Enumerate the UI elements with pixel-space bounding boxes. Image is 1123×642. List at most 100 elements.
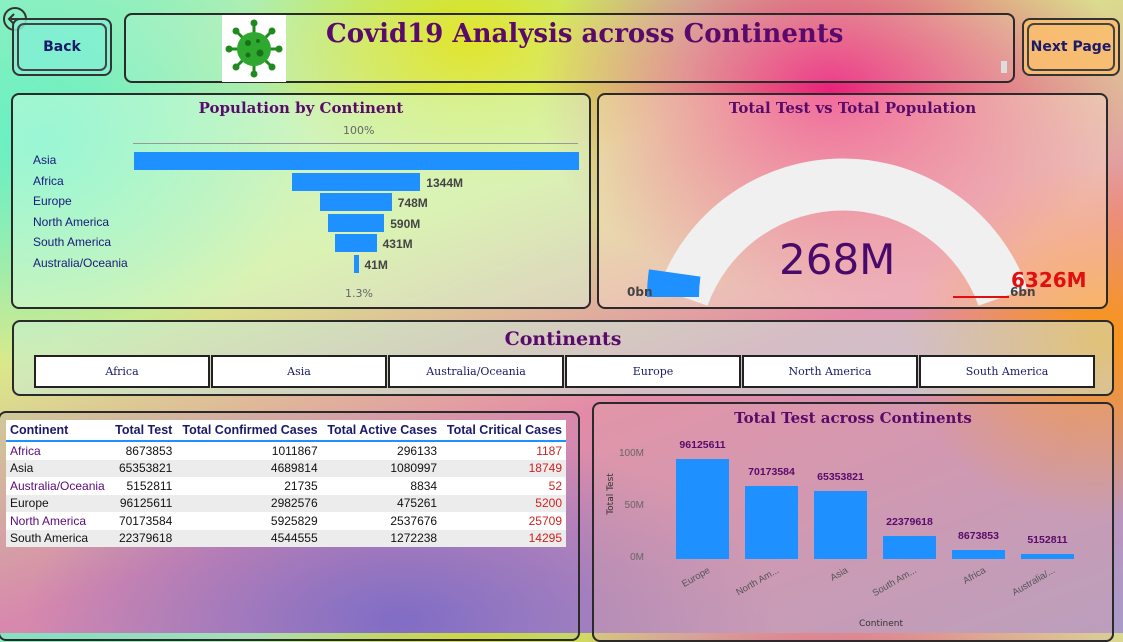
bar-value-label: 96125611 [679, 439, 726, 452]
table-cell: 2537676 [390, 513, 438, 528]
bar-chart-title: Total Test across Continents [734, 409, 972, 427]
table-cell: South America [6, 529, 111, 547]
table-cell: Africa [10, 443, 41, 458]
x-axis-tick: South Am... [870, 565, 919, 600]
table-cell: 52 [548, 478, 562, 493]
next-page-button-label: Next Page [1030, 39, 1112, 55]
bar[interactable] [952, 549, 1005, 559]
column-header[interactable]: Continent [6, 420, 111, 442]
funnel-bar[interactable] [353, 254, 359, 273]
bar[interactable] [1021, 553, 1074, 559]
gauge-min-label: 0bn [627, 285, 653, 299]
bar[interactable] [676, 459, 729, 559]
table-cell: 2982576 [176, 494, 322, 512]
table-row[interactable]: South America 22379618 4544555 1272238 14295 [6, 529, 566, 547]
table-cell: Australia/Oceania [10, 478, 105, 493]
table-cell: 475261 [321, 494, 442, 512]
table-cell: 1080997 [321, 459, 442, 477]
table-cell: 8834 [410, 478, 438, 493]
bar-value-label: 70173584 [748, 466, 795, 479]
slicer-option-asia[interactable]: Asia [211, 355, 387, 388]
bar[interactable] [814, 491, 867, 559]
table-row[interactable]: Africa 8673853 1011867 296133 1187 [6, 441, 566, 460]
y-axis-tick: 50M [624, 500, 644, 511]
table-cell: 18749 [441, 459, 566, 477]
funnel-bottom-label: 1.3% [345, 287, 373, 300]
continent-table: Continent Total Test Total Confirmed Cases… [6, 420, 566, 547]
bar-value-label: 5152811 [1027, 533, 1068, 546]
table-row[interactable]: North America 70173584 5925829 2537676 25709 [6, 512, 566, 530]
table-row[interactable]: Asia 65353821 4689814 1080997 18749 [6, 459, 566, 477]
table-cell: 21735 [284, 478, 318, 493]
table-cell: 70173584 [118, 513, 173, 528]
funnel-bar[interactable] [327, 213, 385, 232]
funnel-bar[interactable] [291, 172, 421, 191]
funnel-bar[interactable] [320, 193, 392, 211]
table-cell: 1187 [536, 443, 562, 458]
virus-logo [222, 15, 286, 82]
next-page-button[interactable]: Next Page [1022, 18, 1120, 76]
funnel-top-label: 100% [343, 124, 375, 137]
funnel-bar[interactable] [133, 152, 579, 170]
table-cell: North America [10, 513, 87, 528]
column-header[interactable]: Total Active Cases [321, 420, 442, 442]
table-cell: 1272238 [321, 529, 442, 547]
bar[interactable] [745, 486, 798, 559]
gauge-panel: Total Test vs Total Population 268M 0bn … [597, 93, 1108, 309]
funnel-value-label: 590M [390, 216, 421, 231]
table-cell: 5152811 [126, 478, 173, 493]
table-cell: 5925829 [270, 513, 318, 528]
table-cell: 1011867 [271, 443, 318, 458]
funnel-category-label: Australia/Oceania [33, 255, 128, 270]
funnel-category-label: North America [33, 214, 110, 229]
bar-value-label: 65353821 [817, 471, 864, 484]
bar[interactable] [883, 535, 936, 559]
x-axis-tick: North Am... [734, 565, 781, 599]
test-bar-chart-panel: Total Test across Continents Total Test … [592, 402, 1114, 642]
table-cell: 14295 [441, 529, 566, 547]
scroll-indicator [1001, 61, 1007, 73]
back-button[interactable]: Back [12, 18, 112, 76]
slicer-option-europe[interactable]: Europe [565, 355, 741, 388]
population-chart-title: Population by Continent [198, 99, 404, 117]
x-axis-tick: Asia [828, 565, 850, 584]
back-button-label: Back [43, 39, 81, 55]
table-cell: Asia [6, 459, 111, 477]
header-banner: Covid19 Analysis across Continents [124, 13, 1015, 83]
column-header[interactable]: Total Confirmed Cases [176, 420, 322, 442]
slicer-option-south-america[interactable]: South America [919, 355, 1095, 388]
funnel-top-rule [133, 143, 578, 144]
table-cell: Europe [6, 494, 111, 512]
funnel-category-label: Europe [33, 194, 72, 208]
slicer-option-north-america[interactable]: North America [742, 355, 918, 388]
y-axis-tick: 100M [618, 448, 644, 459]
table-row[interactable]: Europe 96125611 2982576 475261 5200 [6, 494, 566, 512]
column-header[interactable]: Total Test [110, 420, 177, 442]
funnel-bar[interactable] [335, 234, 377, 252]
slicer-option-australia-oceania[interactable]: Australia/Oceania [388, 355, 564, 388]
table-cell: 65353821 [110, 459, 177, 477]
table-cell: 4544555 [176, 529, 322, 547]
y-axis-tick: 0M [630, 552, 644, 563]
x-axis-tick: Africa [961, 565, 988, 587]
gauge-value: 268M [779, 235, 896, 284]
bar-value-label: 22379618 [886, 515, 933, 528]
gauge-fill [646, 269, 701, 298]
table-cell: 22379618 [110, 529, 177, 547]
slicer-title: Continents [504, 328, 622, 350]
funnel-category-label: Africa [33, 173, 64, 188]
page-title: Covid19 Analysis across Continents [326, 19, 844, 49]
table-cell: 5200 [441, 494, 566, 512]
slicer-option-africa[interactable]: Africa [34, 355, 210, 388]
bar-chart-xlabel: Continent [859, 619, 903, 629]
table-cell: 8673853 [125, 443, 173, 458]
table-cell: 296133 [397, 443, 438, 458]
population-funnel-panel: Population by Continent 100% Asia Africa 1… [11, 93, 591, 309]
table-row[interactable]: Australia/Oceania 5152811 21735 8834 52 [6, 477, 566, 495]
funnel-value-label: 748M [397, 196, 428, 210]
funnel-value-label: 1344M [426, 175, 463, 190]
funnel-value-label: 41M [364, 257, 388, 272]
table-cell: 4689814 [176, 459, 322, 477]
column-header[interactable]: Total Critical Cases [441, 420, 566, 442]
table-cell: 25709 [528, 513, 562, 528]
